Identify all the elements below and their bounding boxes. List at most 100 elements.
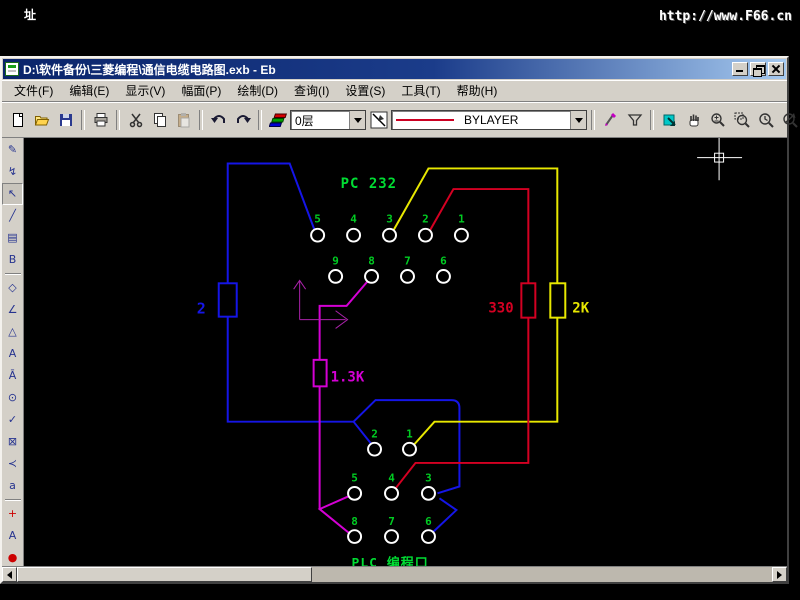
toolbar-separator [591,110,595,130]
box-delete-tool-button[interactable]: ⊠ [3,431,22,453]
svg-text:8: 8 [368,255,375,268]
left-toolbar-separator [5,273,21,275]
connector-pins [311,229,468,543]
resistor-magenta-label: 1.3K [331,370,365,386]
layer-combo-drop[interactable] [349,111,365,129]
polygon-tool-button[interactable]: ◇ [3,277,22,299]
select-tool-button[interactable]: ↖ [2,183,23,205]
pc232-pin-5 [311,229,324,242]
screen: 址 http://www.F66.cn D:\软件备份\三菱编程\通信电缆电路图… [0,0,800,600]
pen-button[interactable] [599,109,622,132]
pen-icon [603,112,619,128]
menu-help[interactable]: 帮助(H) [449,80,506,101]
text-tool-button[interactable]: A [3,343,22,365]
scroll-left-button[interactable] [2,567,17,582]
title-bar[interactable]: D:\软件备份\三菱编程\通信电缆电路图.exb - Eb [3,59,786,79]
linestyle-icon [370,111,388,129]
print-button[interactable] [89,109,112,132]
resistor-blue-label: 2 [197,300,206,318]
redo-button[interactable] [231,109,254,132]
cut-button[interactable] [124,109,147,132]
undo-button[interactable] [207,109,230,132]
zoom-in-out-button[interactable] [706,109,729,132]
triangle-left-icon [7,571,12,579]
scrollbar-track[interactable] [312,567,772,582]
linestyle-button[interactable] [367,109,390,132]
hand-button[interactable] [682,109,705,132]
menu-sheet[interactable]: 幅面(P) [173,80,229,101]
menu-edit[interactable]: 编辑(E) [61,80,117,101]
svg-text:6: 6 [425,515,432,528]
menu-tools[interactable]: 工具(T) [393,80,448,101]
paste-button[interactable] [172,109,195,132]
restore-button[interactable] [750,62,766,76]
watermark-url: http://www.F66.cn [659,9,792,24]
zoom-window-icon [734,112,750,128]
open-folder-icon [34,112,50,128]
copy-button[interactable] [148,109,171,132]
svg-text:2: 2 [371,427,378,440]
menu-view[interactable]: 显示(V) [117,80,173,101]
text-edit-tool-button[interactable]: Ā [3,365,22,387]
zoom-previous-button[interactable] [754,109,777,132]
zoom-window-button[interactable] [730,109,753,132]
annotate-tool-button[interactable]: A [3,525,22,547]
add-tool-button[interactable]: + [3,503,22,525]
resistor-red-label: 330 [488,301,513,317]
open-button[interactable] [30,109,53,132]
close-button[interactable] [768,62,784,76]
small-text-tool-button[interactable]: a [3,475,22,497]
resistor-yellow [550,283,565,317]
chevron-down-icon [354,118,362,123]
svg-text:8: 8 [351,515,358,528]
curve-tool-button[interactable]: ↯ [3,161,22,183]
pc232-title: PC 232 [341,176,397,192]
menu-settings[interactable]: 设置(S) [337,80,393,101]
layer-combo[interactable]: 0层 [290,110,366,130]
linetype-combo-drop[interactable] [570,111,586,129]
hand-icon [686,112,702,128]
linetype-combo[interactable]: BYLAYER [391,110,587,130]
menu-draw[interactable]: 绘制(D) [229,80,286,101]
layers-icon [269,112,287,128]
sketch-tool-button[interactable]: ✎ [3,139,22,161]
horizontal-scrollbar[interactable] [2,566,787,582]
block-tool-button[interactable]: ▤ [3,227,22,249]
pc232-pin-1 [455,229,468,242]
plc-pin-1 [403,443,416,456]
resistor-red [521,283,535,317]
pan-button[interactable] [658,109,681,132]
svg-text:7: 7 [388,515,395,528]
zoom-all-button[interactable] [778,109,800,132]
scissors-icon [128,112,144,128]
linetype-preview-line [396,119,454,121]
bitmap-tool-button[interactable]: B [3,249,22,271]
svg-text:4: 4 [350,213,357,226]
layers-button[interactable] [266,109,289,132]
save-button[interactable] [54,109,77,132]
drawing-canvas[interactable]: 5 4 3 2 1 9 8 7 6 2 1 5 4 3 8 [24,138,787,566]
check-tool-button[interactable]: ✓ [3,409,22,431]
menu-file[interactable]: 文件(F) [6,80,61,101]
filter-button[interactable] [623,109,646,132]
new-button[interactable] [6,109,29,132]
scroll-right-button[interactable] [772,567,787,582]
angle-dim-tool-button[interactable]: ∠ [3,299,22,321]
plc-pin-3 [422,487,435,500]
triangle-tool-button[interactable]: △ [3,321,22,343]
triangle-right-icon [777,571,782,579]
line-tool-button[interactable]: ╱ [3,205,22,227]
main-toolbar: 0层 BYLAYER [2,102,787,138]
menu-query[interactable]: 查询(I) [286,80,337,101]
window-body: ✎ ↯ ↖ ╱ ▤ B ◇ ∠ △ A Ā ⊙ ✓ ⊠ ≺ a + A ● [2,138,787,566]
undo-icon [211,112,227,128]
pc232-pin-4 [347,229,360,242]
scrollbar-thumb[interactable] [17,567,312,582]
menu-bar: 文件(F) 编辑(E) 显示(V) 幅面(P) 绘制(D) 查询(I) 设置(S… [2,80,787,102]
clock-tool-button[interactable]: ⊙ [3,387,22,409]
bracket-tool-button[interactable]: ≺ [3,453,22,475]
wire-magenta [314,281,368,532]
pc232-pin-8 [365,270,378,283]
app-icon [5,62,19,76]
minimize-button[interactable] [732,62,748,76]
